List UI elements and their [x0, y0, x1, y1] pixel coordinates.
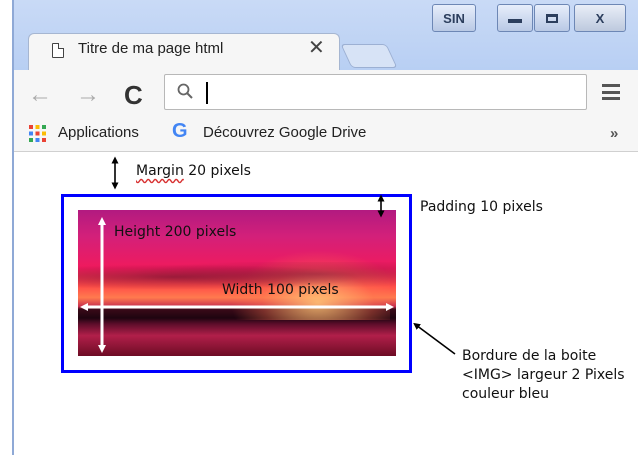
page-icon	[52, 43, 64, 58]
maximize-icon	[546, 13, 558, 23]
address-bar[interactable]	[164, 74, 587, 110]
border-annotation: Bordure de la boite <IMG> largeur 2 Pixe…	[462, 347, 625, 404]
maximize-button[interactable]	[534, 4, 570, 32]
height-annotation: Height 200 pixels	[114, 224, 237, 240]
text-cursor	[206, 82, 208, 104]
margin-value: 20 pixels	[183, 163, 251, 179]
margin-word: Margin	[136, 163, 184, 179]
bookmark-applications[interactable]: Applications	[58, 124, 139, 141]
tab-title: Titre de ma page html	[78, 40, 224, 57]
minimize-button[interactable]	[497, 4, 533, 32]
window-frame	[12, 0, 14, 455]
close-window-button[interactable]: X	[574, 4, 626, 32]
border-line-3: couleur bleu	[462, 386, 549, 402]
menu-icon[interactable]	[602, 84, 620, 100]
apps-grid-icon[interactable]	[28, 124, 47, 143]
tab-close-icon[interactable]: ✕	[308, 37, 325, 59]
border-line-1: Bordure de la boite	[462, 348, 597, 364]
search-icon	[177, 83, 193, 99]
sin-label: SIN	[443, 10, 465, 26]
forward-arrow-icon[interactable]: →	[76, 83, 100, 107]
margin-annotation: Margin 20 pixels	[136, 163, 251, 179]
more-bookmarks-icon[interactable]: »	[610, 125, 618, 142]
reload-icon[interactable]: C	[124, 80, 143, 111]
sin-button[interactable]: SIN	[432, 4, 476, 32]
border-pointer-arrow	[413, 322, 456, 355]
bookmark-google-drive[interactable]: Découvrez Google Drive	[203, 124, 366, 141]
back-arrow-icon[interactable]: ←	[28, 83, 52, 107]
width-annotation: Width 100 pixels	[222, 282, 339, 298]
google-icon: G	[172, 120, 188, 142]
close-window-icon: X	[595, 10, 605, 26]
minimize-icon	[508, 19, 522, 23]
border-line-2: <IMG> largeur 2 Pixels	[462, 367, 625, 383]
padding-annotation: Padding 10 pixels	[420, 199, 543, 215]
